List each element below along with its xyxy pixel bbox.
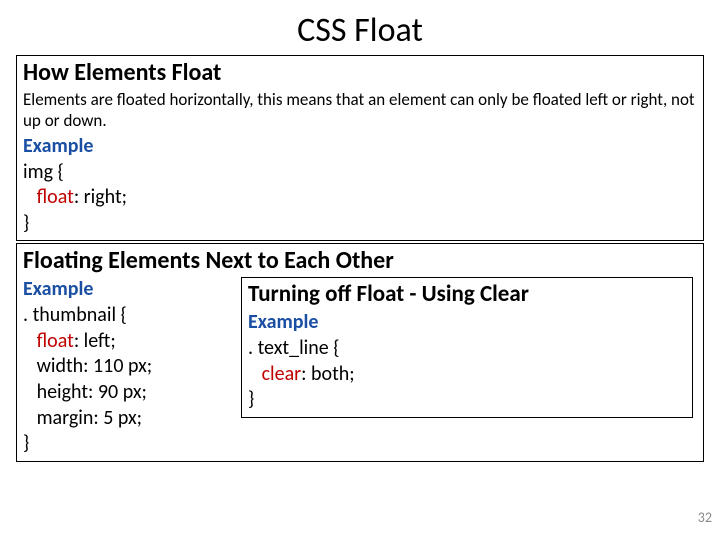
section-how-elements-float: How Elements Float Elements are floated …: [16, 55, 704, 241]
section-floating-next: Floating Elements Next to Each Other Exa…: [16, 243, 704, 462]
example-label-3: Example: [248, 310, 686, 334]
page-title: CSS Float: [0, 0, 720, 55]
code-keyword-1: float: [37, 185, 74, 209]
code-keyword-2: float: [37, 329, 74, 353]
page-number: 32: [698, 509, 712, 526]
heading-how-float: How Elements Float: [23, 58, 697, 87]
code-example-3: . text_line { clear: both; }: [248, 336, 686, 413]
heading-clear: Turning off Float - Using Clear: [248, 280, 686, 308]
section-turning-off-float: Turning off Float - Using Clear Example …: [241, 277, 693, 418]
code-keyword-3: clear: [262, 362, 302, 386]
example-label-1: Example: [23, 134, 697, 158]
slide: CSS Float How Elements Float Elements ar…: [0, 0, 720, 540]
paragraph-how-float: Elements are floated horizontally, this …: [23, 89, 697, 132]
heading-floating-next: Floating Elements Next to Each Other: [23, 246, 697, 275]
code-example-1: img { float: right; }: [23, 160, 697, 237]
example-label-2: Example: [23, 277, 233, 301]
code-example-2: . thumbnail { float: left; width: 110 px…: [23, 303, 233, 457]
